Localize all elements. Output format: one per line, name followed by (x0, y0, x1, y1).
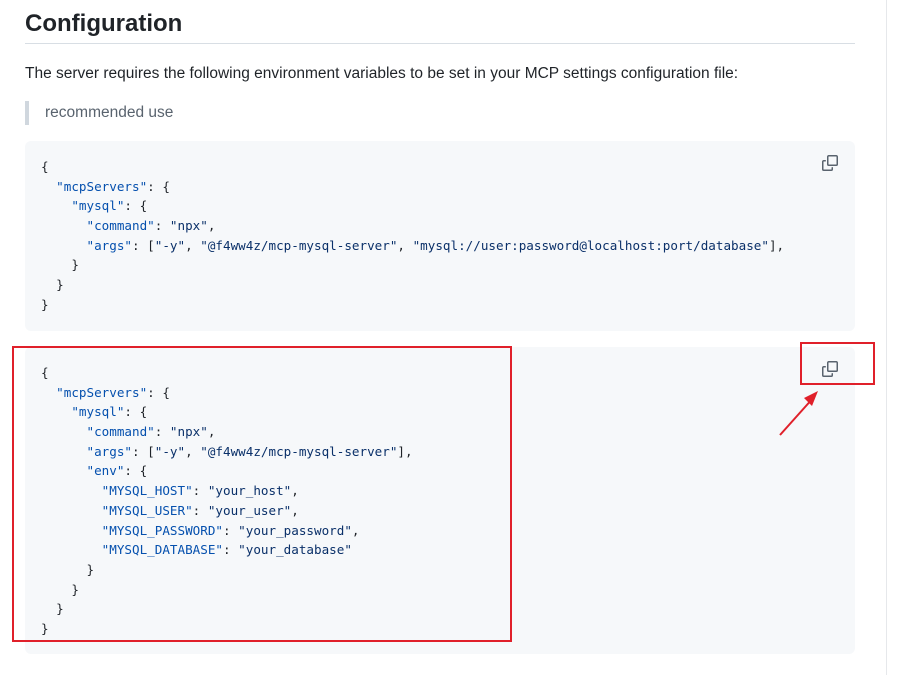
highlight-box-copy-button (800, 342, 875, 385)
readme-page: Configuration The server requires the fo… (0, 0, 921, 675)
blockquote-text: recommended use (45, 104, 174, 121)
annotation-arrow (779, 391, 818, 436)
code-block-url-config: { "mcpServers": { "mysql": { "command": … (25, 141, 855, 331)
code-line: "mysql": { (71, 198, 148, 214)
code-line: { (41, 159, 49, 174)
copy-icon (822, 155, 838, 171)
code-line: } (41, 296, 49, 312)
intro-paragraph: The server requires the following enviro… (25, 65, 739, 82)
code-line: "mcpServers": { (56, 178, 170, 194)
copy-button[interactable] (818, 151, 842, 175)
content-border (886, 0, 887, 675)
heading-divider (25, 43, 855, 44)
highlight-box-code (12, 346, 512, 642)
blockquote: recommended use (25, 101, 173, 125)
code-content: { "mcpServers": { "mysql": { "command": … (41, 157, 784, 315)
code-line: } (41, 277, 64, 293)
code-line: "command": "npx", (86, 218, 216, 234)
code-line: "args": ["-y", "@f4ww4z/mcp-mysql-server… (86, 237, 785, 253)
code-line: } (41, 257, 79, 273)
section-heading: Configuration (25, 10, 183, 37)
